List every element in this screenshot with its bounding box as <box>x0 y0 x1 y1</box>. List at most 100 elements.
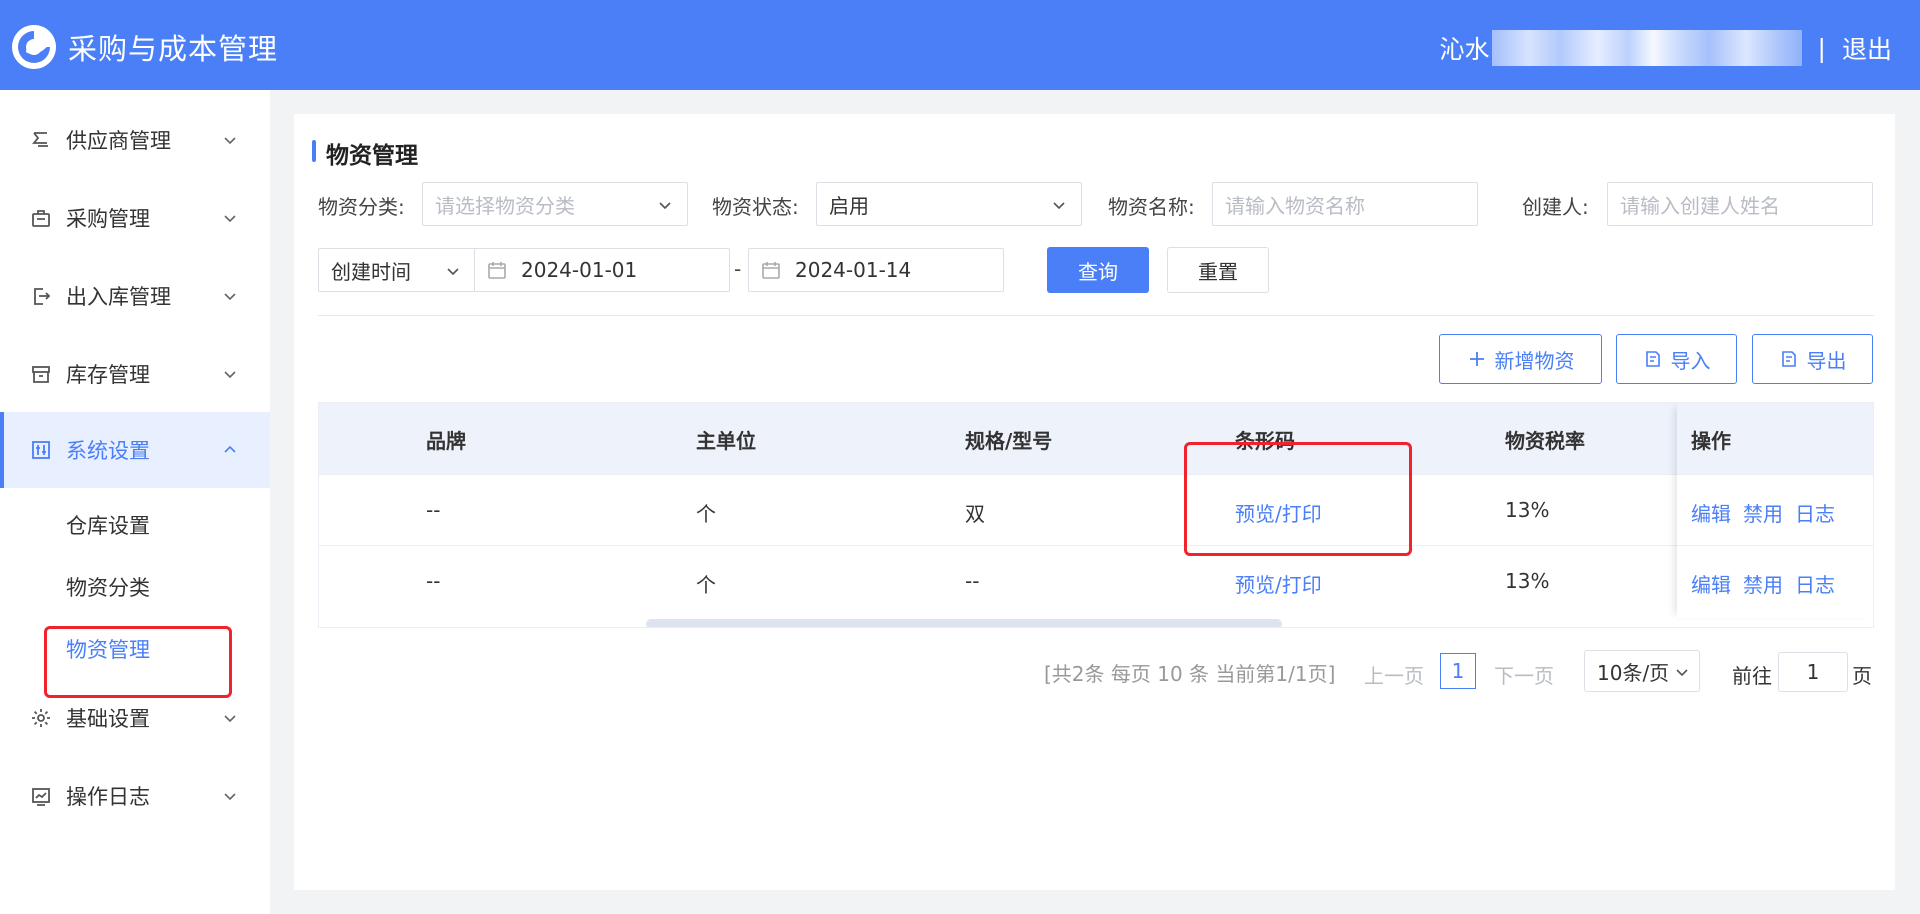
page-number-current[interactable]: 1 <box>1440 653 1476 689</box>
creator-input[interactable]: 请输入创建人姓名 <box>1607 182 1873 226</box>
app-title: 采购与成本管理 <box>68 32 279 66</box>
name-input[interactable]: 请输入物资名称 <box>1212 182 1478 226</box>
logout-button[interactable]: 退出 <box>1842 30 1892 66</box>
chevron-up-icon <box>224 445 236 453</box>
status-value: 启用 <box>829 193 869 218</box>
name-label: 物资名称: <box>1108 195 1195 219</box>
sidebar-item-label: 出入库管理 <box>66 285 171 309</box>
cell-unit: 个 <box>696 502 716 526</box>
page-size-value: 10条/页 <box>1597 660 1670 685</box>
operations-column: 操作 编辑 禁用 日志 编辑 禁用 日志 <box>1677 403 1873 618</box>
barcode-preview-print-link[interactable]: 预览/打印 <box>1235 569 1322 598</box>
category-label: 物资分类: <box>318 195 405 219</box>
next-page-button[interactable]: 下一页 <box>1494 660 1554 689</box>
category-select[interactable]: 请选择物资分类 <box>422 182 688 226</box>
app-logo-icon <box>12 25 56 69</box>
creator-label: 创建人: <box>1522 195 1589 219</box>
sidebar-item-operation-log[interactable]: 操作日志 <box>0 758 270 834</box>
date-range-separator: - <box>734 257 742 281</box>
table-row: -- 个 -- 预览/打印 13% <box>319 545 1873 616</box>
top-header: 采购与成本管理 沁水 | 退出 <box>0 0 1920 90</box>
reset-button[interactable]: 重置 <box>1167 247 1269 293</box>
purchase-icon <box>32 210 50 227</box>
sidebar-item-basic-settings[interactable]: 基础设置 <box>0 680 270 756</box>
barcode-preview-print-link[interactable]: 预览/打印 <box>1235 498 1322 527</box>
chevron-down-icon <box>659 202 671 210</box>
add-material-label: 新增物资 <box>1494 348 1575 373</box>
operations-header-cell: 操作 <box>1677 403 1873 474</box>
operations-cell: 编辑 禁用 日志 <box>1677 545 1873 616</box>
table-row: -- 个 双 预览/打印 13% <box>319 474 1873 545</box>
chevron-down-icon <box>1053 202 1065 210</box>
sidebar-subitem-material[interactable]: 物资管理 <box>66 634 150 664</box>
sidebar-item-label: 系统设置 <box>66 439 150 463</box>
import-button[interactable]: 导入 <box>1616 334 1737 384</box>
table-header: 品牌 主单位 规格/型号 条形码 物资税率 <box>319 403 1873 474</box>
sidebar-item-purchase[interactable]: 采购管理 <box>0 180 270 256</box>
horizontal-scrollbar[interactable] <box>646 619 1282 627</box>
chevron-down-icon <box>447 268 459 276</box>
page-size-select[interactable]: 10条/页 <box>1584 650 1700 692</box>
query-button[interactable]: 查询 <box>1047 247 1149 293</box>
disable-link[interactable]: 禁用 <box>1743 569 1783 598</box>
sidebar-item-label: 供应商管理 <box>66 129 171 153</box>
export-label: 导出 <box>1806 348 1847 373</box>
prev-page-button[interactable]: 上一页 <box>1364 660 1424 689</box>
date-type-select[interactable]: 创建时间 <box>318 248 476 292</box>
sidebar-item-label: 采购管理 <box>66 207 150 231</box>
sidebar-item-inout[interactable]: 出入库管理 <box>0 258 270 334</box>
column-header-tax: 物资税率 <box>1505 429 1585 453</box>
column-header-brand: 品牌 <box>426 429 466 453</box>
chevron-down-icon <box>224 715 236 723</box>
user-name: 沁水 <box>1439 35 1490 64</box>
column-header-spec: 规格/型号 <box>965 429 1053 453</box>
log-chart-icon <box>32 788 50 806</box>
export-button[interactable]: 导出 <box>1752 334 1873 384</box>
import-label: 导入 <box>1670 348 1711 373</box>
sidebar-item-inventory[interactable]: 库存管理 <box>0 336 270 412</box>
date-start-input[interactable]: 2024-01-01 <box>474 248 730 292</box>
disable-link[interactable]: 禁用 <box>1743 498 1783 527</box>
filter-divider <box>318 315 1874 316</box>
column-header-operations: 操作 <box>1691 429 1731 453</box>
material-table: 品牌 主单位 规格/型号 条形码 物资税率 -- 个 双 预览/打印 13% -… <box>318 402 1874 628</box>
goto-suffix: 页 <box>1852 664 1872 688</box>
edit-link[interactable]: 编辑 <box>1691 569 1731 598</box>
sidebar-subitem-category[interactable]: 物资分类 <box>66 572 150 602</box>
pagination-summary: [共2条 每页 10 条 当前第1/1页] <box>1044 662 1336 686</box>
column-header-unit: 主单位 <box>696 429 756 453</box>
log-link[interactable]: 日志 <box>1795 498 1835 527</box>
cell-tax: 13% <box>1505 498 1550 522</box>
user-area: 沁水 | 退出 <box>1440 30 1892 66</box>
category-placeholder: 请选择物资分类 <box>435 193 575 218</box>
sidebar-subitem-warehouse[interactable]: 仓库设置 <box>66 510 150 540</box>
sidebar-item-label: 库存管理 <box>66 363 150 387</box>
goto-label: 前往 <box>1732 664 1772 688</box>
status-select[interactable]: 启用 <box>816 182 1082 226</box>
edit-link[interactable]: 编辑 <box>1691 498 1731 527</box>
add-material-button[interactable]: 新增物资 <box>1439 334 1602 384</box>
date-end-value: 2024-01-14 <box>795 258 912 282</box>
cell-brand: -- <box>426 569 441 593</box>
date-end-input[interactable]: 2024-01-14 <box>748 248 1004 292</box>
sidebar: 供应商管理 采购管理 出入库管理 库存管理 系统设置 仓库设置 物资分类 物资管… <box>0 90 270 914</box>
cell-spec: 双 <box>965 502 985 526</box>
goto-page-input[interactable]: 1 <box>1778 652 1848 692</box>
inventory-icon <box>32 366 50 383</box>
chevron-down-icon <box>224 215 236 223</box>
cell-brand: -- <box>426 498 441 522</box>
sidebar-item-supplier[interactable]: 供应商管理 <box>0 102 270 178</box>
chevron-down-icon <box>224 793 236 801</box>
import-icon <box>1645 351 1660 367</box>
chevron-down-icon <box>1676 669 1688 677</box>
column-header-barcode: 条形码 <box>1235 429 1295 453</box>
cell-tax: 13% <box>1505 569 1550 593</box>
cell-unit: 个 <box>696 573 716 597</box>
chevron-down-icon <box>224 293 236 301</box>
sidebar-item-system-settings[interactable]: 系统设置 <box>0 412 270 488</box>
sidebar-item-label: 基础设置 <box>66 707 150 731</box>
status-label: 物资状态: <box>712 195 799 219</box>
header-separator: | <box>1817 33 1826 63</box>
supplier-icon <box>32 132 48 147</box>
log-link[interactable]: 日志 <box>1795 569 1835 598</box>
